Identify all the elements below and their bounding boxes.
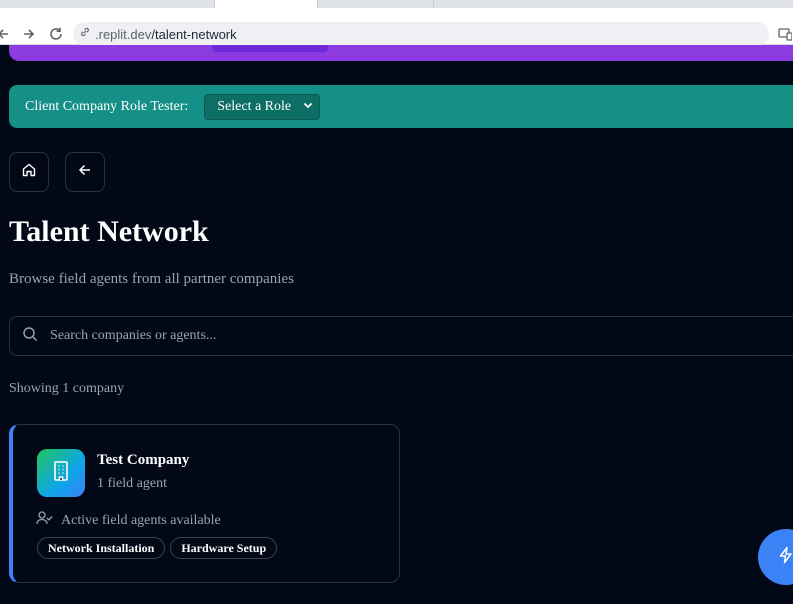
skill-tag: Network Installation	[37, 537, 166, 559]
browser-tab[interactable]	[318, 0, 434, 8]
role-tester-bar: Client Company Role Tester: Select a Rol…	[9, 85, 793, 128]
availability-text: Active field agents available	[61, 512, 221, 528]
page-title: Talent Network	[9, 215, 209, 248]
quick-action-button[interactable]	[758, 529, 793, 585]
results-summary: Showing 1 company	[9, 381, 125, 396]
url-host: .replit.dev	[95, 26, 152, 42]
role-tester-label: Client Company Role Tester:	[25, 98, 189, 114]
skill-tag: Hardware Setup	[170, 537, 278, 559]
search-icon	[22, 326, 38, 347]
url-text: .replit.dev/talent-network	[95, 27, 237, 42]
agent-count: 1 field agent	[97, 476, 167, 491]
browser-tab-strip	[0, 0, 793, 8]
availability-row: Active field agents available	[36, 510, 221, 531]
browser-extension-icon[interactable]	[776, 25, 793, 43]
building-icon	[51, 460, 71, 487]
company-logo	[37, 449, 85, 497]
search-box[interactable]	[9, 316, 793, 356]
role-select[interactable]: Select a Role	[204, 93, 321, 120]
role-select-value: Select a Role	[217, 98, 292, 114]
chevron-down-icon	[303, 99, 313, 115]
user-check-icon	[36, 510, 53, 531]
browser-forward-icon[interactable]	[20, 25, 38, 43]
browser-toolbar: .replit.dev/talent-network	[0, 8, 793, 46]
search-input[interactable]	[50, 328, 650, 344]
back-button[interactable]	[65, 152, 105, 192]
browser-tab-active[interactable]	[214, 0, 318, 8]
home-button[interactable]	[9, 152, 49, 192]
arrow-left-icon	[77, 162, 93, 183]
url-path: /talent-network	[151, 26, 237, 42]
browser-reload-icon[interactable]	[47, 25, 65, 43]
company-name[interactable]: Test Company	[97, 452, 189, 469]
skill-tags: Network Installation Hardware Setup	[37, 537, 278, 559]
lightning-icon	[777, 546, 793, 569]
purple-banner	[9, 45, 793, 61]
purple-banner-button[interactable]	[212, 45, 328, 52]
page-subtitle: Browse field agents from all partner com…	[9, 271, 294, 287]
company-card[interactable]: Test Company 1 field agent Active field …	[9, 424, 400, 583]
address-bar[interactable]: .replit.dev/talent-network	[73, 22, 769, 46]
home-icon	[21, 162, 37, 183]
site-info-icon[interactable]	[79, 25, 91, 43]
browser-back-icon[interactable]	[0, 25, 12, 43]
